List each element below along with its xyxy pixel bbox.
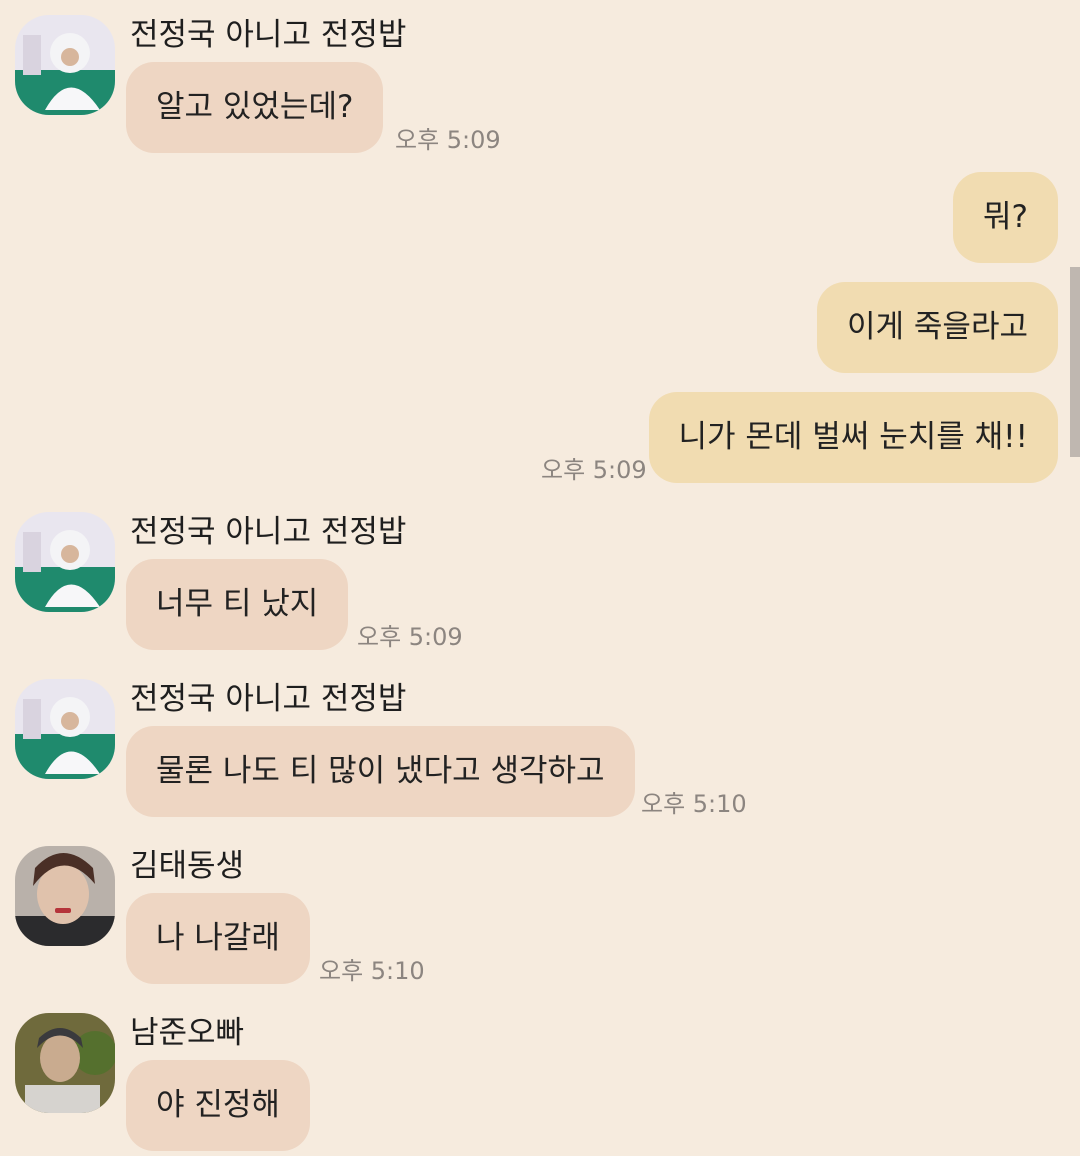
timestamp: 오후 5:10: [319, 957, 425, 985]
chat-area[interactable]: 전정국 아니고 전정밥 알고 있었는데? 오후 5:09 뭐? 이게 죽을라고 …: [0, 0, 1080, 1156]
scrollbar[interactable]: [1070, 267, 1080, 457]
sender-name: 전정국 아니고 전정밥: [130, 514, 407, 550]
sender-name: 전정국 아니고 전정밥: [130, 17, 407, 53]
avatar-taehyung[interactable]: [15, 846, 115, 946]
message-bubble-outgoing[interactable]: 이게 죽을라고: [817, 282, 1058, 373]
sender-name: 김태동생: [130, 848, 245, 884]
message-bubble[interactable]: 물론 나도 티 많이 냈다고 생각하고: [126, 726, 635, 817]
message-bubble[interactable]: 알고 있었는데?: [126, 62, 384, 153]
avatar-jungkook[interactable]: [15, 512, 115, 612]
timestamp: 오후 5:10: [641, 790, 747, 818]
profile-photo-icon: [15, 1013, 115, 1113]
sender-name: 남준오빠: [130, 1015, 245, 1051]
timestamp: 오후 5:09: [541, 456, 647, 484]
avatar-jungkook[interactable]: [15, 15, 115, 115]
profile-photo-icon: [15, 15, 115, 115]
profile-photo-icon: [15, 679, 115, 779]
sender-name: 전정국 아니고 전정밥: [130, 681, 407, 717]
message-bubble[interactable]: 야 진정해: [126, 1060, 310, 1151]
timestamp: 오후 5:09: [357, 623, 463, 651]
avatar-namjoon[interactable]: [15, 1013, 115, 1113]
profile-photo-icon: [15, 512, 115, 612]
message-bubble-outgoing[interactable]: 니가 몬데 벌써 눈치를 채!!: [648, 392, 1058, 483]
profile-photo-icon: [15, 846, 115, 946]
timestamp: 오후 5:09: [395, 126, 501, 154]
message-bubble-outgoing[interactable]: 뭐?: [953, 172, 1058, 263]
avatar-jungkook[interactable]: [15, 679, 115, 779]
message-bubble[interactable]: 너무 티 났지: [126, 559, 349, 650]
message-bubble[interactable]: 나 나갈래: [126, 893, 310, 984]
